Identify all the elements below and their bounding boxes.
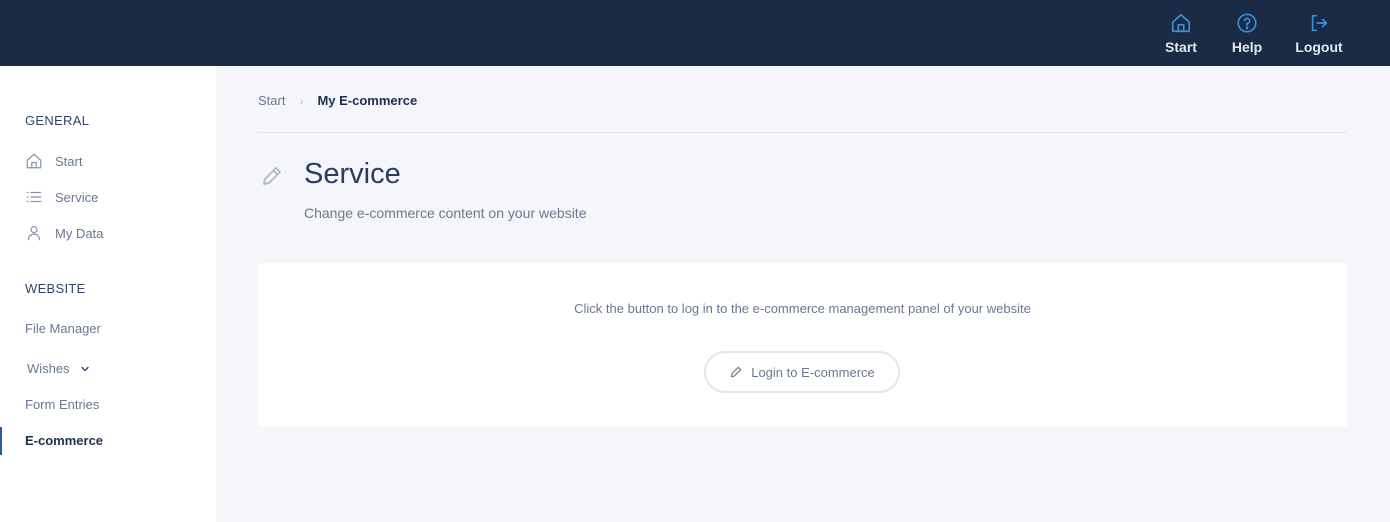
top-nav-logout[interactable]: Logout: [1293, 12, 1345, 55]
breadcrumb: Start › My E-commerce: [258, 93, 417, 108]
card-description: Click the button to log in to the e-comm…: [574, 301, 1031, 316]
breadcrumb-separator-icon: ›: [299, 93, 304, 108]
login-ecommerce-button[interactable]: Login to E-commerce: [704, 351, 900, 393]
login-button-label: Login to E-commerce: [751, 364, 875, 380]
chevron-down-icon: [80, 366, 89, 371]
top-nav-logout-label: Logout: [1295, 39, 1343, 55]
breadcrumb-current: My E-commerce: [317, 93, 418, 108]
list-icon: [26, 191, 42, 203]
sidebar-item-label: Form Entries: [25, 397, 100, 412]
sidebar-item-label: File Manager: [25, 321, 101, 336]
sidebar: GENERAL Start Service My Data WEBSITE Fi…: [0, 66, 216, 522]
top-nav-start[interactable]: Start: [1158, 12, 1204, 55]
main-content: Start › My E-commerce Service Change e-c…: [216, 66, 1390, 522]
sidebar-item-label: Service: [55, 189, 99, 205]
logout-icon: [1311, 14, 1328, 32]
page-title: Service: [304, 158, 401, 190]
help-icon: [1237, 13, 1257, 33]
user-icon: [27, 226, 41, 241]
pencil-icon: [730, 366, 742, 378]
sidebar-section-general: GENERAL: [25, 113, 90, 128]
top-bar: Start Help Logout: [0, 0, 1390, 66]
sidebar-item-label: E-commerce: [25, 433, 104, 448]
top-nav-start-label: Start: [1165, 39, 1197, 55]
sidebar-item-label: Wishes: [27, 361, 70, 376]
active-indicator: [0, 427, 2, 455]
sidebar-item-start[interactable]: Start: [25, 152, 82, 170]
sidebar-item-my-data[interactable]: My Data: [25, 224, 103, 242]
sidebar-section-website: WEBSITE: [25, 281, 86, 296]
top-nav-help[interactable]: Help: [1225, 12, 1269, 55]
divider: [258, 132, 1347, 133]
sidebar-item-wishes[interactable]: Wishes: [27, 361, 91, 376]
breadcrumb-start-link[interactable]: Start: [258, 93, 285, 108]
sidebar-item-e-commerce[interactable]: E-commerce: [25, 433, 103, 448]
home-icon: [26, 153, 42, 169]
page-subtitle: Change e-commerce content on your websit…: [304, 205, 587, 221]
home-icon: [1171, 13, 1191, 33]
sidebar-item-form-entries[interactable]: Form Entries: [25, 397, 99, 412]
pencil-icon: [263, 167, 281, 185]
top-nav-help-label: Help: [1231, 39, 1263, 55]
login-card: Click the button to log in to the e-comm…: [258, 263, 1347, 427]
sidebar-item-service[interactable]: Service: [25, 188, 98, 206]
sidebar-item-label: My Data: [55, 225, 104, 241]
sidebar-item-label: Start: [55, 153, 83, 169]
sidebar-item-file-manager[interactable]: File Manager: [25, 321, 101, 336]
